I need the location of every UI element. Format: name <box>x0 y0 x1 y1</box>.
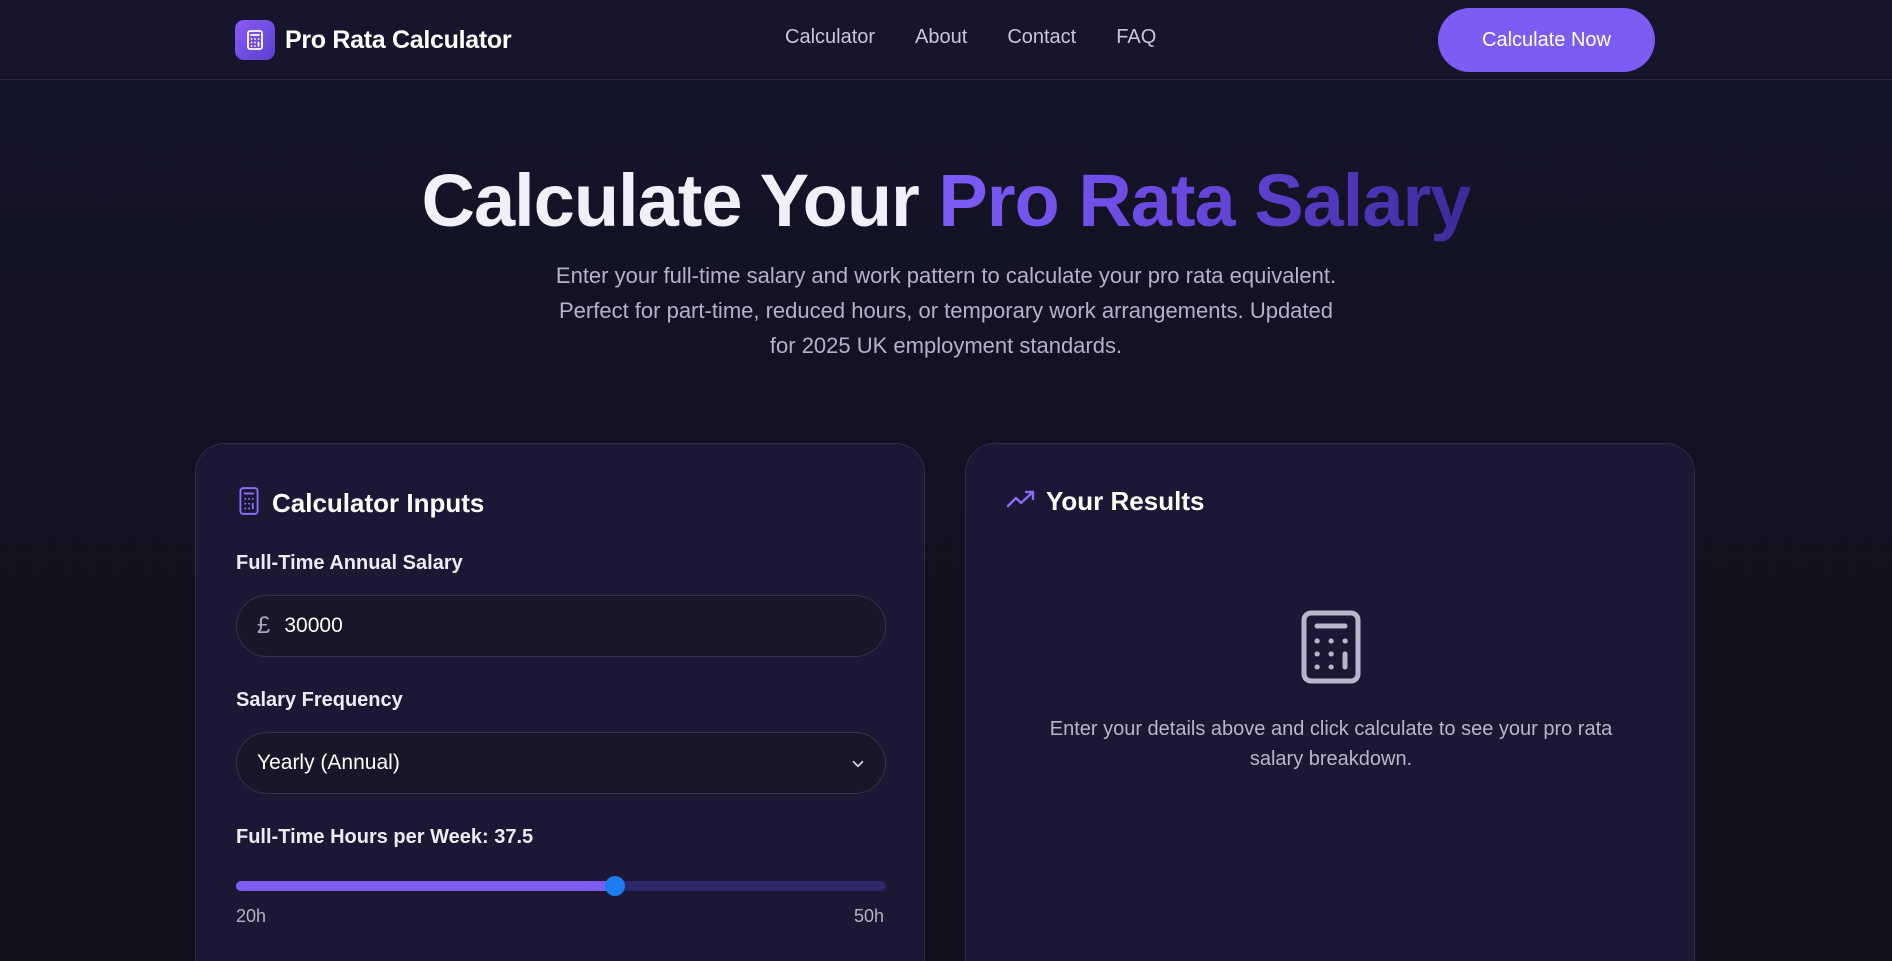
chevron-down-icon <box>849 755 867 778</box>
salary-label: Full-Time Annual Salary <box>236 552 463 574</box>
nav-link-about[interactable]: About <box>915 26 967 49</box>
calculator-icon <box>1299 609 1363 690</box>
brand-name: Pro Rata Calculator <box>285 25 512 54</box>
nav-link-faq[interactable]: FAQ <box>1116 26 1156 49</box>
salary-input[interactable]: £ 30000 <box>236 595 886 657</box>
frequency-selected-value: Yearly (Annual) <box>257 751 400 774</box>
page-title: Calculate Your Pro Rata Salary <box>0 158 1892 243</box>
salary-frequency-select[interactable]: Yearly (Annual) <box>236 732 886 794</box>
results-card-title: Your Results <box>1046 486 1205 516</box>
pound-icon: £ <box>257 612 271 639</box>
title-accent: Pro Rata Salary <box>938 159 1471 242</box>
results-empty-message: Enter your details above and click calcu… <box>1049 718 1613 770</box>
hours-max-label: 50h <box>853 906 884 926</box>
results-card: Your Results Enter your details above an… <box>965 443 1695 961</box>
top-navbar: Pro Rata Calculator Calculator About Con… <box>0 0 1892 80</box>
nav-link-calculator[interactable]: Calculator <box>785 26 875 49</box>
calculate-now-button[interactable]: Calculate Now <box>1438 8 1655 72</box>
hours-slider[interactable] <box>236 876 886 896</box>
results-card-header: Your Results <box>1006 486 1204 517</box>
title-plain: Calculate Your <box>421 159 939 242</box>
hours-min-label: 20h <box>236 906 267 926</box>
results-empty-state: Enter your details above and click calcu… <box>966 609 1696 774</box>
nav-links: Calculator About Contact FAQ <box>785 26 1156 49</box>
trending-up-icon <box>1006 487 1036 516</box>
page-subtitle: Enter your full-time salary and work pat… <box>555 263 1337 358</box>
frequency-label: Salary Frequency <box>236 689 403 711</box>
hours-slider-thumb[interactable] <box>605 876 626 896</box>
salary-input-value: 30000 <box>284 614 343 637</box>
calculator-inputs-card: Calculator Inputs Full-Time Annual Salar… <box>195 443 925 961</box>
nav-link-contact[interactable]: Contact <box>1007 26 1076 49</box>
calculator-icon <box>236 486 262 521</box>
hours-slider-fill <box>236 881 616 891</box>
inputs-card-header: Calculator Inputs <box>236 486 484 521</box>
brand-logo[interactable]: Pro Rata Calculator <box>235 20 512 60</box>
inputs-card-title: Calculator Inputs <box>272 488 485 518</box>
hours-label: Full-Time Hours per Week: 37.5 <box>236 826 534 848</box>
calculator-icon <box>235 20 275 60</box>
